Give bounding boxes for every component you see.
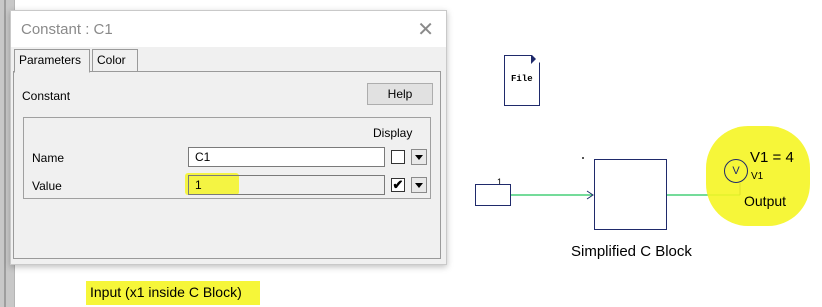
value-label: Value — [32, 179, 62, 193]
value-display-dropdown[interactable] — [411, 177, 427, 193]
name-display-dropdown[interactable] — [411, 149, 427, 165]
help-button[interactable]: Help — [367, 83, 433, 105]
close-icon[interactable]: ✕ — [417, 17, 434, 42]
value-field[interactable]: 1 — [188, 175, 385, 195]
voltmeter-reading: V1 = 4 — [750, 149, 794, 166]
output-label: Output — [744, 193, 787, 209]
simplified-c-block[interactable] — [594, 159, 667, 230]
voltmeter-name: V1 — [751, 171, 764, 182]
dialog-title: Constant : C1 — [21, 21, 113, 38]
display-column-header: Display — [373, 126, 413, 140]
name-display-checkbox[interactable] — [391, 150, 405, 164]
name-field[interactable]: C1 — [188, 147, 385, 167]
tab-parameters[interactable]: Parameters — [14, 49, 90, 73]
constant-input-block[interactable] — [475, 184, 511, 206]
input-caption: Input (x1 inside C Block) — [90, 284, 242, 300]
file-corner-cut — [532, 55, 540, 63]
canvas-dot — [582, 157, 584, 159]
name-label: Name — [32, 151, 65, 165]
value-display-checkbox[interactable]: ✔ — [391, 178, 405, 192]
voltmeter-icon[interactable]: V — [724, 159, 748, 183]
constant-dialog: Constant : C1 ✕ Parameters Color Constan… — [10, 10, 447, 265]
dialog-titlebar[interactable]: Constant : C1 ✕ — [11, 11, 446, 47]
constant-heading: Constant — [22, 89, 71, 103]
c-block-caption: Simplified C Block — [571, 243, 692, 260]
input-wire-arrow — [586, 190, 594, 200]
file-block[interactable]: File — [504, 55, 540, 106]
file-block-label: File — [511, 74, 533, 84]
tab-color[interactable]: Color — [92, 49, 138, 71]
